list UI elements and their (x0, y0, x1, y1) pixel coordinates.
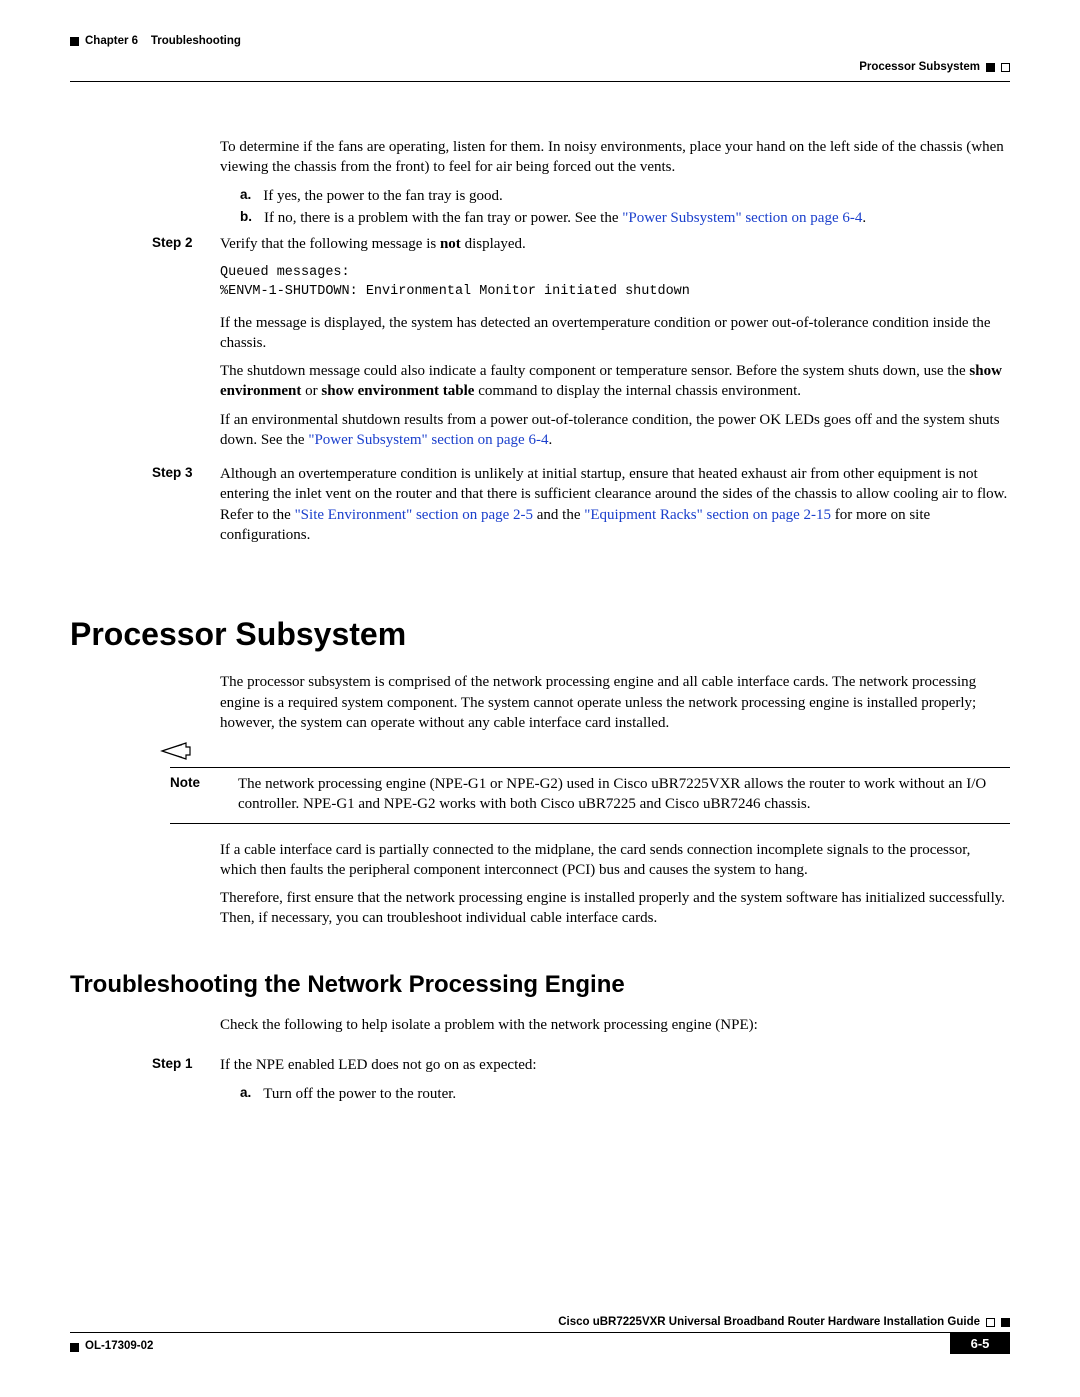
note-row: Note The network processing engine (NPE-… (70, 774, 1010, 815)
equipment-racks-link[interactable]: "Equipment Racks" section on page 2-15 (584, 507, 831, 523)
note-label: Note (170, 774, 220, 792)
npe-step1-row: Step 1 If the NPE enabled LED does not g… (70, 1055, 1010, 1109)
intro-item-a: a. If yes, the power to the fan tray is … (240, 186, 1010, 206)
marker-a: a. (240, 186, 251, 206)
troubleshoot-intro: Check the following to help isolate a pr… (220, 1015, 1010, 1035)
footer-left: OL-17309-02 (70, 1332, 950, 1355)
header-section-row: Processor Subsystem (70, 60, 1010, 76)
note-bottom-rule (170, 823, 1010, 824)
troubleshoot-intro-block: Check the following to help isolate a pr… (220, 1015, 1010, 1035)
header-square-icon (70, 37, 79, 46)
page-footer: Cisco uBR7225VXR Universal Broadband Rou… (70, 1315, 1010, 1355)
step2-code-block: Queued messages: %ENVM-1-SHUTDOWN: Envir… (220, 264, 1010, 300)
step3-row: Step 3 Although an overtemperature condi… (70, 464, 1010, 553)
processor-p2: If a cable interface card is partially c… (220, 840, 1010, 881)
note-icon (160, 741, 220, 763)
footer-rule (70, 1332, 950, 1333)
document-page: Chapter 6 Troubleshooting Processor Subs… (0, 0, 1080, 1397)
step2-line1: Verify that the following message is not… (220, 234, 1010, 254)
chapter-label: Chapter 6 Troubleshooting (85, 34, 241, 50)
site-environment-link[interactable]: "Site Environment" section on page 2-5 (295, 507, 533, 523)
footer-square-hollow-icon (986, 1318, 995, 1327)
step2-p2: If the message is displayed, the system … (220, 313, 1010, 354)
npe-item-a: a. Turn off the power to the router. (240, 1084, 1010, 1104)
npe-step1-text: If the NPE enabled LED does not go on as… (220, 1055, 1010, 1075)
processor-rest-block: If a cable interface card is partially c… (220, 840, 1010, 929)
intro-sublist: a. If yes, the power to the fan tray is … (240, 186, 1010, 229)
npe-marker-a: a. (240, 1084, 251, 1104)
section-square-hollow-icon (1001, 63, 1010, 72)
step2-body: Verify that the following message is not… (220, 234, 1010, 458)
page-number-box: 6-5 (950, 1332, 1010, 1354)
section-square-filled-icon (986, 63, 995, 72)
header-rule (70, 81, 1010, 82)
intro-a-text: If yes, the power to the fan tray is goo… (263, 186, 503, 206)
power-subsystem-link[interactable]: "Power Subsystem" section on page 6-4 (622, 210, 862, 226)
footer-doc-row: OL-17309-02 (70, 1336, 950, 1355)
section-title: Processor Subsystem (859, 60, 980, 76)
note-area (170, 767, 1010, 768)
note-area-bottom (170, 823, 1010, 824)
page-header: Chapter 6 Troubleshooting (70, 34, 1010, 50)
intro-b-text: If no, there is a problem with the fan t… (264, 208, 866, 228)
step2-p4: If an environmental shutdown results fro… (220, 410, 1010, 451)
page-number: 6-5 (971, 1335, 990, 1353)
footer-bottom-row: OL-17309-02 6-5 (70, 1332, 1010, 1355)
footer-doc-number: OL-17309-02 (85, 1339, 153, 1355)
note-body: The network processing engine (NPE-G1 or… (238, 774, 1010, 815)
footer-guide-row: Cisco uBR7225VXR Universal Broadband Rou… (70, 1315, 1010, 1331)
step2-row: Step 2 Verify that the following message… (70, 234, 1010, 458)
processor-intro-block: The processor subsystem is comprised of … (220, 672, 1010, 733)
intro-block: To determine if the fans are operating, … (220, 137, 1010, 228)
processor-p1: The processor subsystem is comprised of … (220, 672, 1010, 733)
npe-a-text: Turn off the power to the router. (263, 1084, 456, 1104)
npe-sublist: a. Turn off the power to the router. (240, 1084, 1010, 1104)
step3-label: Step 3 (152, 464, 220, 482)
header-left: Chapter 6 Troubleshooting (70, 34, 241, 50)
note-top-rule (170, 767, 1010, 768)
power-subsystem-link-2[interactable]: "Power Subsystem" section on page 6-4 (308, 432, 548, 448)
npe-step1-body: If the NPE enabled LED does not go on as… (220, 1055, 1010, 1109)
troubleshooting-npe-heading: Troubleshooting the Network Processing E… (70, 969, 1010, 1001)
processor-subsystem-heading: Processor Subsystem (70, 613, 1010, 656)
footer-square-filled-icon (1001, 1318, 1010, 1327)
marker-b: b. (240, 208, 252, 228)
step2-p3: The shutdown message could also indicate… (220, 361, 1010, 402)
step2-label: Step 2 (152, 234, 220, 252)
intro-paragraph: To determine if the fans are operating, … (220, 137, 1010, 178)
step3-body: Although an overtemperature condition is… (220, 464, 1010, 553)
npe-step1-label: Step 1 (152, 1055, 220, 1073)
footer-doc-square-icon (70, 1343, 79, 1352)
footer-guide-title: Cisco uBR7225VXR Universal Broadband Rou… (558, 1315, 980, 1331)
intro-item-b: b. If no, there is a problem with the fa… (240, 208, 1010, 228)
processor-p3: Therefore, first ensure that the network… (220, 888, 1010, 929)
step3-text: Although an overtemperature condition is… (220, 464, 1010, 545)
